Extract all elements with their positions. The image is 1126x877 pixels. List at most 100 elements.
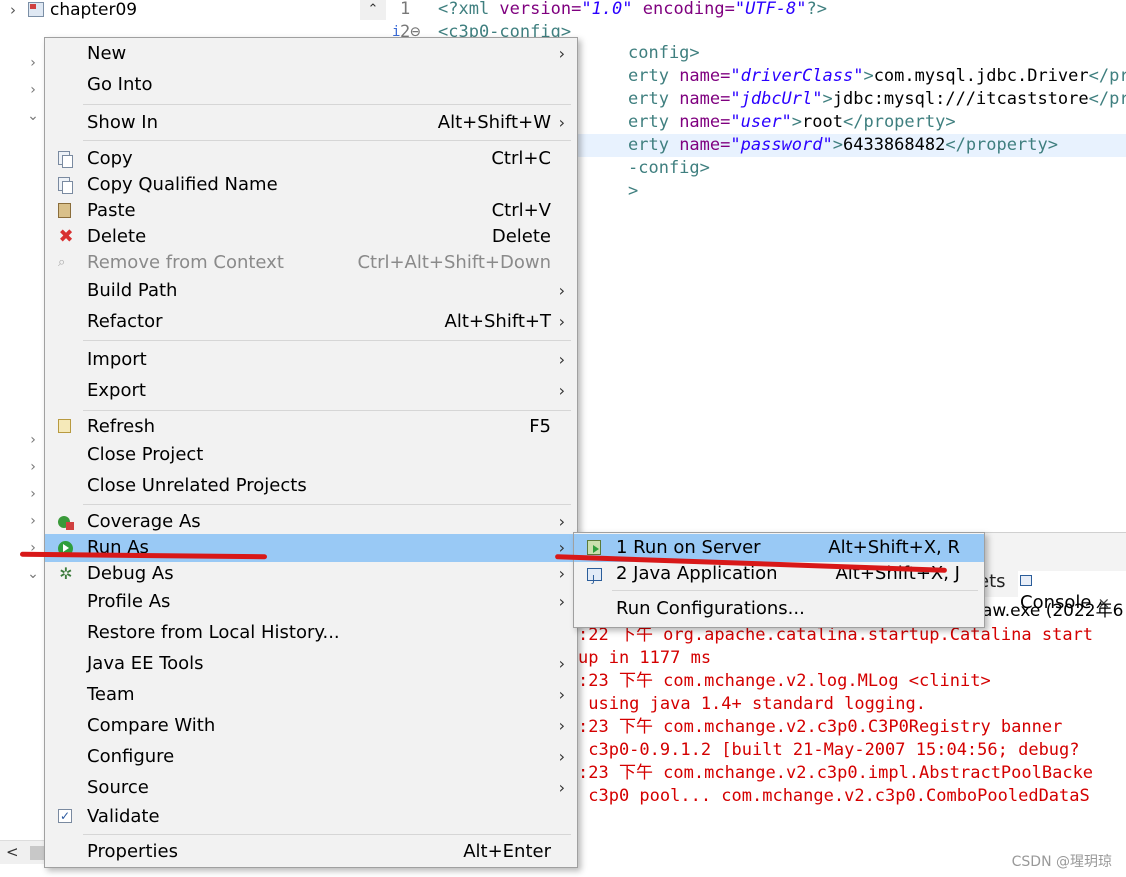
code-token: name= — [679, 112, 731, 132]
tree-chevron-icon[interactable]: › — [25, 82, 41, 98]
menu-item-debug-as[interactable]: ✲ Debug As › — [45, 560, 577, 588]
code-token: root — [802, 112, 843, 132]
code-token: encoding= — [632, 0, 735, 19]
menu-item-refactor[interactable]: Refactor Alt+Shift+T › — [45, 308, 577, 336]
menu-separator — [83, 140, 571, 141]
tree-chevron-icon[interactable]: › — [25, 486, 41, 502]
tree-chevron-icon[interactable]: ⌄ — [25, 566, 41, 582]
code-token: "user" — [730, 112, 792, 132]
console-output[interactable]: :22 下午 org.apache.catalina.startup.Catal… — [578, 624, 1126, 840]
console-line: :23 下午 com.mchange.v2.log.MLog <clinit> — [578, 671, 991, 691]
menu-item-source[interactable]: Source › — [45, 774, 577, 802]
code-token: erty — [628, 112, 680, 132]
menu-item-export[interactable]: Export › — [45, 377, 577, 405]
menu-item-label: Go Into — [87, 74, 153, 95]
menu-item-label: Restore from Local History... — [87, 622, 340, 643]
tree-chevron-icon[interactable]: › — [25, 513, 41, 529]
copy-icon — [58, 151, 73, 168]
menu-item-delete[interactable]: ✖ Delete Delete — [45, 223, 577, 251]
code-token: com.mysql.jdbc.Driver — [873, 66, 1089, 86]
menu-item-import[interactable]: Import › — [45, 346, 577, 374]
code-token: > — [791, 112, 803, 132]
scroll-left-arrow-icon[interactable]: < — [6, 843, 19, 861]
menu-item-shortcut: Ctrl+V — [491, 200, 551, 221]
code-token: "password" — [730, 135, 833, 155]
menu-item-label: Show In — [87, 112, 159, 133]
tree-chevron-icon[interactable]: › — [25, 55, 41, 71]
code-token: config> — [628, 43, 700, 63]
code-text: -config> — [628, 157, 710, 180]
menu-item-label: Source — [87, 777, 149, 798]
submenu-arrow-icon: › — [558, 512, 565, 531]
code-token: </property> — [945, 135, 1058, 155]
menu-item-label: Coverage As — [87, 511, 201, 532]
server-icon — [587, 540, 601, 555]
submenu-item-run-configurations[interactable]: Run Configurations... — [574, 595, 984, 623]
run-as-submenu: 1 Run on ServerAlt+Shift+X, R2 Java Appl… — [573, 532, 985, 628]
code-token: name= — [679, 66, 731, 86]
javaapp-icon — [587, 566, 602, 594]
menu-item-label: Build Path — [87, 280, 178, 301]
tree-chevron-icon[interactable]: › — [25, 432, 41, 448]
submenu-arrow-icon: › — [558, 350, 565, 369]
menu-item-compare-with[interactable]: Compare With › — [45, 712, 577, 740]
code-text: erty name="password">6433868482</propert… — [628, 134, 1058, 157]
menu-item-label: Profile As — [87, 591, 171, 612]
code-token: <?xml — [438, 0, 500, 19]
menu-item-close-project[interactable]: Close Project — [45, 441, 577, 469]
menu-item-copy-qualified-name[interactable]: Copy Qualified Name — [45, 171, 577, 199]
tree-chevron-icon[interactable]: › — [25, 459, 41, 475]
code-token: > — [863, 66, 874, 86]
menu-item-go-into[interactable]: Go Into — [45, 71, 577, 99]
menu-item-label: New — [87, 43, 127, 64]
menu-item-label: Remove from Context — [87, 252, 284, 273]
collapsed-chevron-icon[interactable]: › — [5, 0, 21, 22]
menu-item-close-unrelated-projects[interactable]: Close Unrelated Projects — [45, 472, 577, 500]
menu-separator — [83, 340, 571, 341]
code-token: "jdbcUrl" — [730, 89, 823, 109]
menu-separator — [612, 590, 978, 591]
submenu-arrow-icon: › — [558, 113, 565, 132]
menu-item-properties[interactable]: Properties Alt+Enter — [45, 838, 577, 866]
code-token: "driverClass" — [730, 66, 864, 86]
console-icon — [1020, 575, 1032, 586]
submenu-arrow-icon: › — [558, 44, 565, 63]
menu-item-label: Java EE Tools — [87, 653, 204, 674]
menu-item-shortcut: Ctrl+C — [491, 148, 551, 169]
menu-separator — [83, 834, 571, 835]
menu-item-team[interactable]: Team › — [45, 681, 577, 709]
menu-item-new[interactable]: New › — [45, 40, 577, 68]
menu-item-java-ee-tools[interactable]: Java EE Tools › — [45, 650, 577, 678]
code-token: > — [832, 135, 843, 155]
code-token: erty — [628, 135, 680, 155]
code-token: erty — [628, 66, 680, 86]
menu-item-coverage-as[interactable]: Coverage As › — [45, 508, 577, 536]
coverage-icon — [58, 516, 74, 530]
menu-item-paste[interactable]: Paste Ctrl+V — [45, 197, 577, 225]
line-number: 1 — [400, 0, 411, 19]
menu-item-profile-as[interactable]: Profile As › — [45, 588, 577, 616]
menu-item-build-path[interactable]: Build Path › — [45, 277, 577, 305]
code-text: erty name="driverClass">com.mysql.jdbc.D… — [628, 65, 1126, 88]
console-line: c3p0-0.9.1.2 [built 21-May-2007 15:04:56… — [578, 740, 1080, 760]
tree-chevron-icon[interactable]: ⌄ — [25, 108, 41, 124]
menu-item-label: Refactor — [87, 311, 163, 332]
scroll-up-arrow-icon[interactable]: ⌃ — [360, 0, 386, 20]
menu-item-shortcut: Alt+Shift+T — [444, 311, 551, 332]
submenu-arrow-icon: › — [558, 381, 565, 400]
menu-item-configure[interactable]: Configure › — [45, 743, 577, 771]
menu-item-restore-from-local-history[interactable]: Restore from Local History... — [45, 619, 577, 647]
code-text: <?xml version="1.0" encoding="UTF-8"?> — [438, 0, 827, 21]
menu-item-show-in[interactable]: Show In Alt+Shift+W › — [45, 109, 577, 137]
context-menu: New › Go Into Show In Alt+Shift+W › Copy Ctrl+C… — [44, 37, 578, 868]
menu-item-copy[interactable]: Copy Ctrl+C — [45, 145, 577, 173]
menu-item-refresh[interactable]: Refresh F5 — [45, 413, 577, 441]
submenu-arrow-icon: › — [558, 778, 565, 797]
console-line: up in 1177 ms — [578, 648, 712, 668]
submenu-arrow-icon: › — [558, 592, 565, 611]
code-text: erty name="user">root</property> — [628, 111, 956, 134]
menu-item-label: Validate — [87, 806, 160, 827]
menu-item-validate[interactable]: ✓ Validate — [45, 803, 577, 831]
menu-item-label: Team — [87, 684, 135, 705]
submenu-arrow-icon: › — [558, 716, 565, 735]
